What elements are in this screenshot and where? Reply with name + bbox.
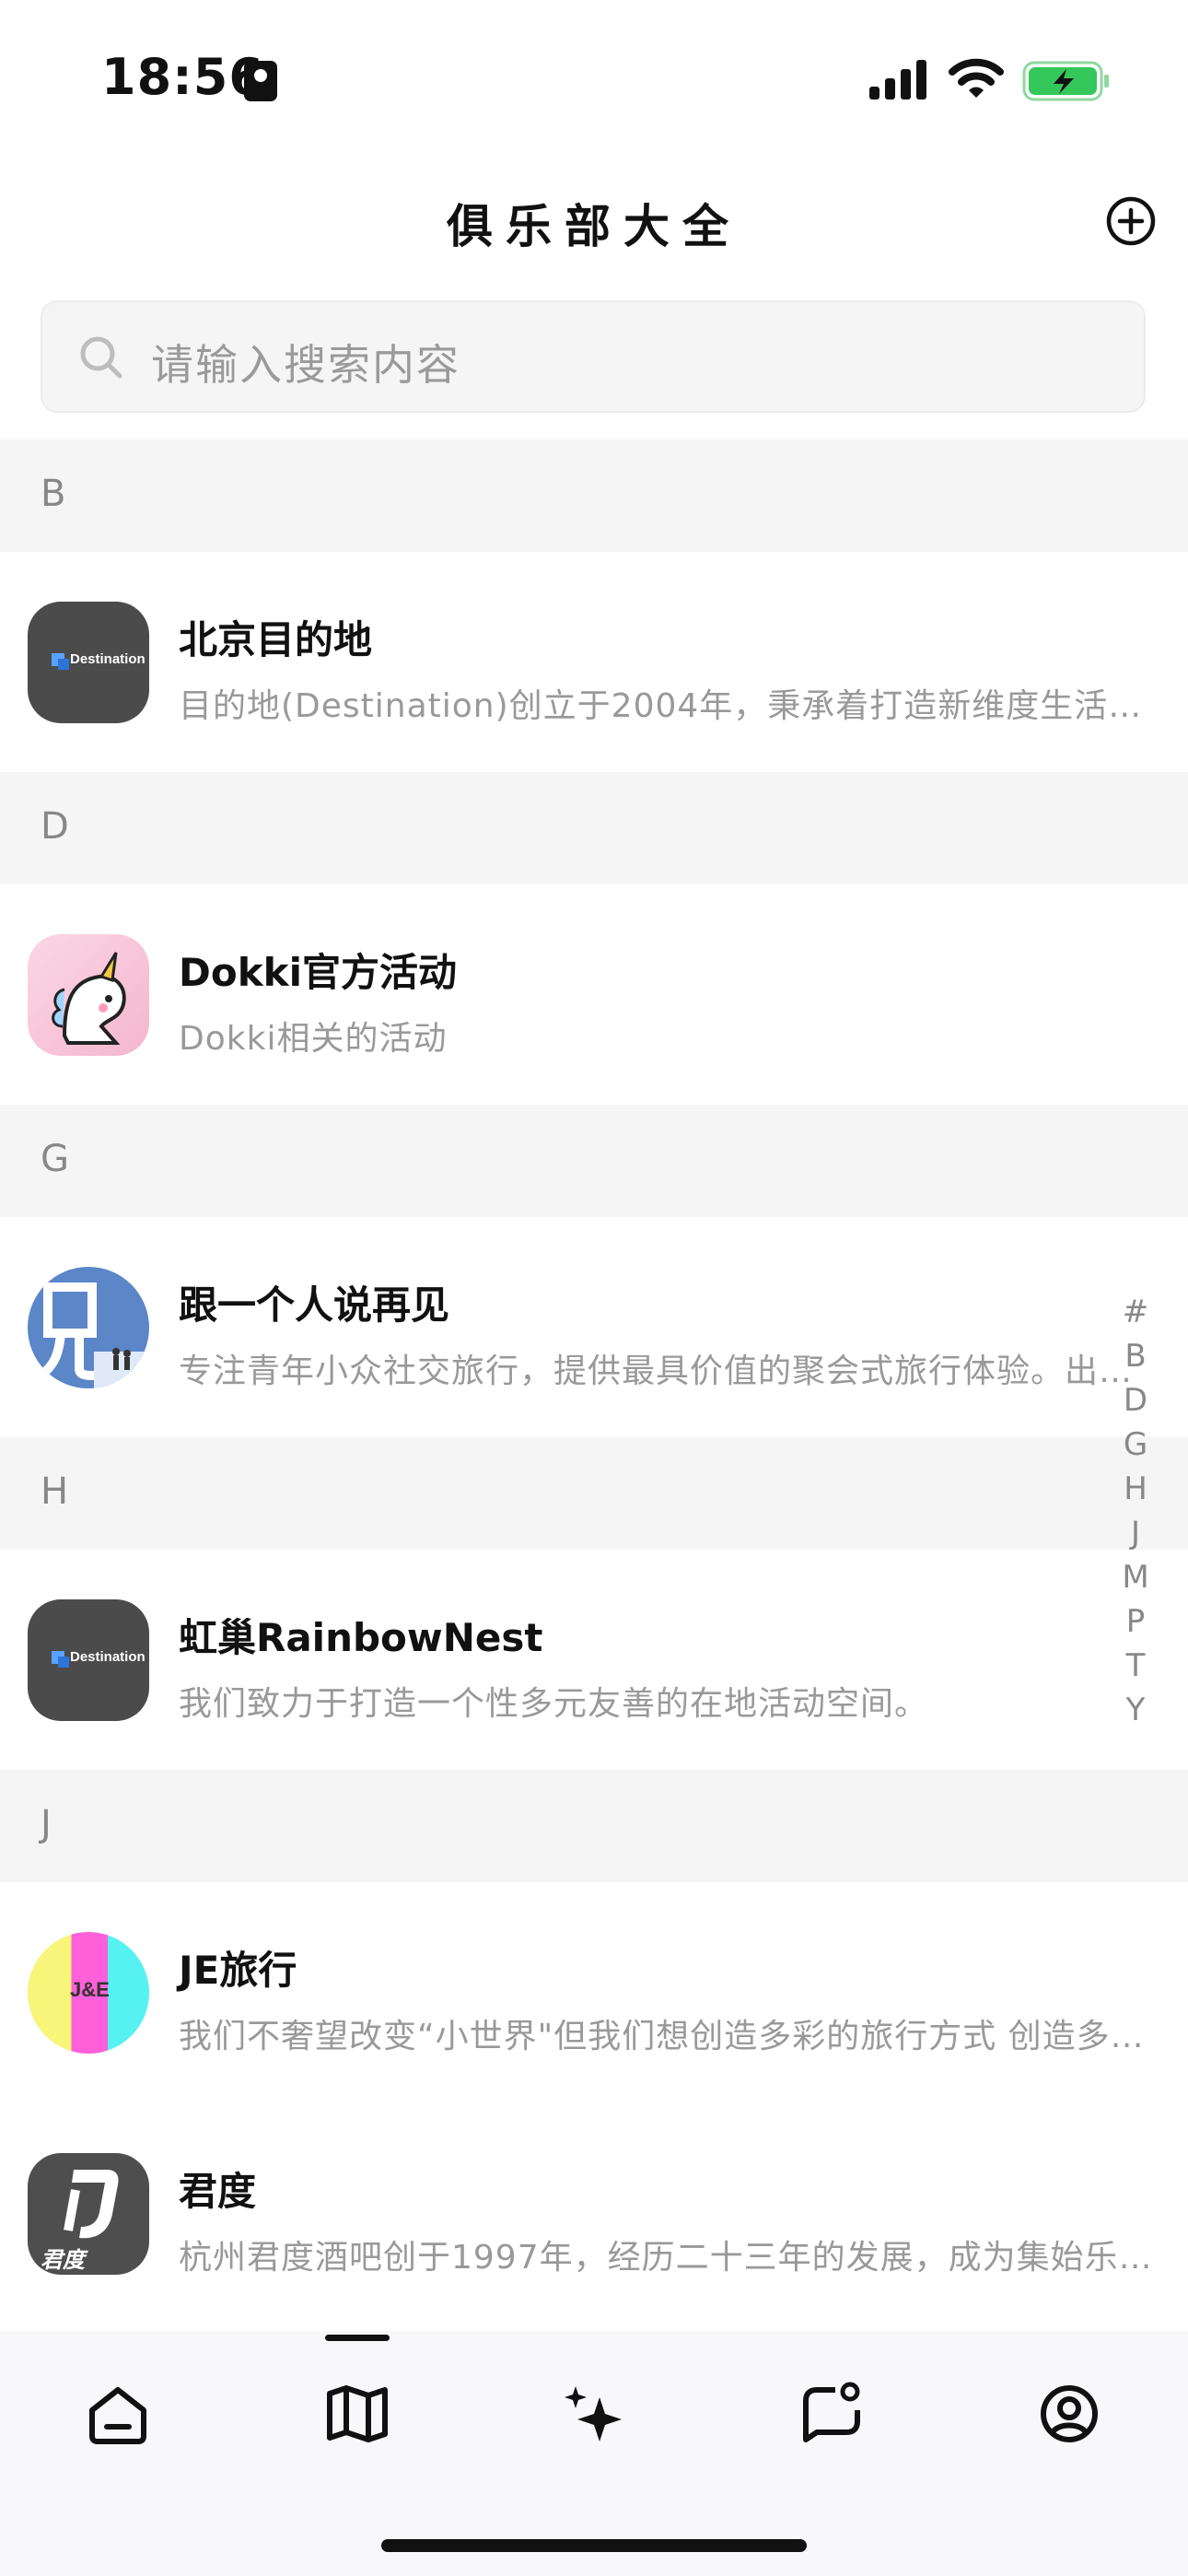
club-name: 君度: [179, 2169, 257, 2214]
club-avatar: Destination: [28, 602, 149, 723]
club-avatar: J&E: [28, 1932, 149, 2054]
section-header-g: G: [0, 1105, 1188, 1217]
index-letter-t[interactable]: T: [1114, 1644, 1157, 1688]
add-circle-icon[interactable]: [1103, 193, 1159, 249]
club-description: Dokki相关的活动: [179, 1020, 448, 1058]
battery-icon: [1022, 61, 1109, 101]
avatar-logo-text: J&E: [70, 1978, 110, 2001]
section-header-b: B: [0, 439, 1188, 552]
section-header-d: D: [0, 772, 1188, 884]
page-title: 俱乐部大全: [447, 200, 741, 253]
list-item[interactable]: Destination 北京目的地 目的地(Destination)创立于200…: [0, 552, 1188, 773]
search-input[interactable]: 请输入搜索内容: [41, 300, 1146, 413]
status-time: 18:56: [101, 48, 264, 106]
active-tab-indicator: [325, 2335, 390, 2341]
club-description: 杭州君度酒吧创于1997年，经历二十三年的发展，成为集始乐于一体: [179, 2239, 1159, 2277]
section-header-j: J: [0, 1770, 1188, 1882]
index-letter-g[interactable]: G: [1114, 1423, 1157, 1467]
unicorn-icon: [52, 952, 126, 1045]
club-name: Dokki官方活动: [179, 950, 457, 995]
jian-logo-icon: [37, 1282, 149, 1388]
index-letter-hash[interactable]: #: [1114, 1290, 1157, 1334]
club-avatar: [28, 1267, 149, 1388]
club-description: 我们不奢望改变“小世界"但我们想创造多彩的旅行方式 创造多彩的旅程: [179, 2018, 1159, 2055]
avatar-logo-text: Destination: [70, 651, 146, 667]
section-letter: H: [41, 1470, 69, 1513]
alphabet-index[interactable]: # B D G H J M P T Y: [1114, 1290, 1157, 1732]
club-avatar: [28, 934, 149, 1056]
search-placeholder: 请输入搜索内容: [151, 340, 460, 390]
home-icon[interactable]: [81, 2377, 155, 2451]
sparkle-icon[interactable]: [557, 2377, 631, 2451]
club-description: 我们致力于打造一个性多元友善的在地活动空间。: [179, 1685, 929, 1723]
club-description: 目的地(Destination)创立于2004年，秉承着打造新维度生活方式的理念: [179, 687, 1159, 725]
message-icon[interactable]: [795, 2377, 868, 2451]
map-icon[interactable]: [320, 2377, 394, 2451]
index-letter-d[interactable]: D: [1114, 1378, 1157, 1423]
index-letter-m[interactable]: M: [1114, 1555, 1157, 1599]
list-item[interactable]: J&E JE旅行 我们不奢望改变“小世界"但我们想创造多彩的旅行方式 创造多彩的…: [0, 1882, 1188, 2103]
list-item[interactable]: Destination 虹巢RainbowNest 我们致力于打造一个性多元友善…: [0, 1550, 1188, 1771]
section-letter: G: [41, 1138, 69, 1180]
wifi-icon: [949, 58, 1004, 98]
status-bar: 18:56: [0, 0, 1188, 157]
index-letter-y[interactable]: Y: [1114, 1688, 1157, 1732]
search-icon: [80, 336, 122, 379]
avatar-logo-text: 君度: [41, 2247, 85, 2273]
club-avatar: Destination: [28, 1599, 149, 1721]
index-letter-j[interactable]: J: [1114, 1511, 1157, 1555]
signal-icon: [869, 60, 926, 100]
home-indicator[interactable]: [381, 2539, 807, 2552]
nav-header: 俱乐部大全: [0, 157, 1188, 286]
club-name: 北京目的地: [179, 617, 373, 662]
list-item[interactable]: 君度 君度 杭州君度酒吧创于1997年，经历二十三年的发展，成为集始乐于一体: [0, 2103, 1188, 2324]
club-description: 专注青年小众社交旅行，提供最具价值的聚会式旅行体验。出发吧: [179, 1352, 1159, 1390]
club-name: 虹巢RainbowNest: [179, 1615, 543, 1660]
profile-icon[interactable]: [1032, 2377, 1106, 2451]
club-name: 跟一个人说再见: [179, 1282, 450, 1328]
index-letter-p[interactable]: P: [1114, 1599, 1157, 1644]
list-item[interactable]: Dokki官方活动 Dokki相关的活动: [0, 884, 1188, 1106]
section-letter: J: [41, 1803, 52, 1845]
section-header-h: H: [0, 1437, 1188, 1550]
list-item[interactable]: 跟一个人说再见 专注青年小众社交旅行，提供最具价值的聚会式旅行体验。出发吧: [0, 1217, 1188, 1438]
section-letter: D: [41, 805, 69, 848]
section-letter: B: [41, 473, 66, 515]
focus-badge-icon: [244, 61, 277, 101]
club-name: JE旅行: [179, 1948, 297, 1993]
index-letter-h[interactable]: H: [1114, 1467, 1157, 1511]
club-avatar: 君度: [28, 2153, 149, 2275]
avatar-logo-text: Destination: [70, 1649, 146, 1665]
index-letter-b[interactable]: B: [1114, 1334, 1157, 1378]
